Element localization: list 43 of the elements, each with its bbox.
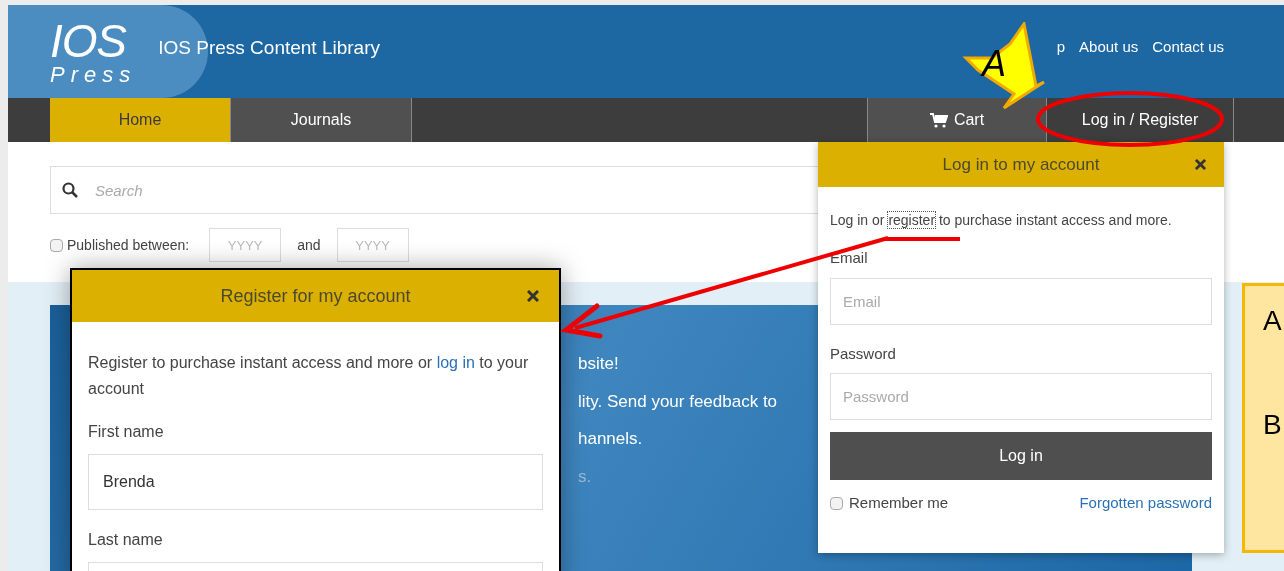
close-icon	[527, 290, 539, 302]
banner-text: hannels.	[578, 428, 643, 450]
login-button[interactable]: Log in	[830, 432, 1212, 480]
cart-button[interactable]: Cart	[867, 98, 1046, 142]
filter-label: and	[297, 235, 321, 255]
text-field[interactable]: Brenda	[88, 454, 543, 510]
field-label: Password	[830, 343, 897, 364]
cart-icon	[929, 112, 948, 128]
callout-letter: A	[982, 46, 1006, 82]
site-title: IOS Press Content Library	[158, 36, 380, 61]
dialog-title: Register for my account	[220, 284, 411, 308]
checkbox[interactable]	[50, 238, 63, 252]
close-button[interactable]	[527, 290, 539, 302]
note-text: A	[1263, 304, 1283, 338]
close-icon	[1195, 159, 1206, 170]
dialog-intro: Register to purchase instant access and more or log in to your account	[88, 353, 530, 399]
forgot-password-link[interactable]: Forgotten password	[1079, 492, 1212, 515]
logo-text: Press	[50, 63, 137, 86]
filter-label: Published between:	[67, 235, 190, 255]
note-text: B	[1263, 408, 1283, 442]
nav-tab[interactable]: Journals	[231, 98, 412, 142]
checkbox-label: Remember me	[849, 493, 949, 513]
field-label: Last name	[88, 530, 164, 550]
banner-text: s.	[578, 465, 592, 488]
text-field[interactable]: Password	[830, 373, 1212, 420]
search-icon	[62, 182, 78, 198]
header-link[interactable]: p	[1056, 36, 1066, 59]
field-label: First name	[88, 422, 165, 442]
year-field[interactable]: YYYY	[209, 228, 282, 262]
dialog-intro: Log in or register to purchase instant access and more.	[830, 211, 1173, 229]
register-link[interactable]: register	[888, 212, 936, 228]
account-button[interactable]: Log in / Register	[1046, 98, 1234, 142]
banner-text: bsite!	[578, 353, 619, 375]
text-field[interactable]: Email	[830, 277, 1212, 325]
logo-text: IOS	[50, 17, 128, 64]
nav-tab[interactable]: Home	[50, 98, 231, 142]
checkbox[interactable]	[830, 496, 843, 510]
close-button[interactable]	[1195, 159, 1206, 170]
login-link[interactable]: log in	[436, 354, 475, 371]
header-link[interactable]: About us	[1079, 36, 1139, 59]
header-link[interactable]: Contact us	[1152, 36, 1224, 59]
year-field[interactable]: YYYY	[336, 228, 409, 262]
banner-text: lity. Send your feedback to	[578, 390, 778, 413]
